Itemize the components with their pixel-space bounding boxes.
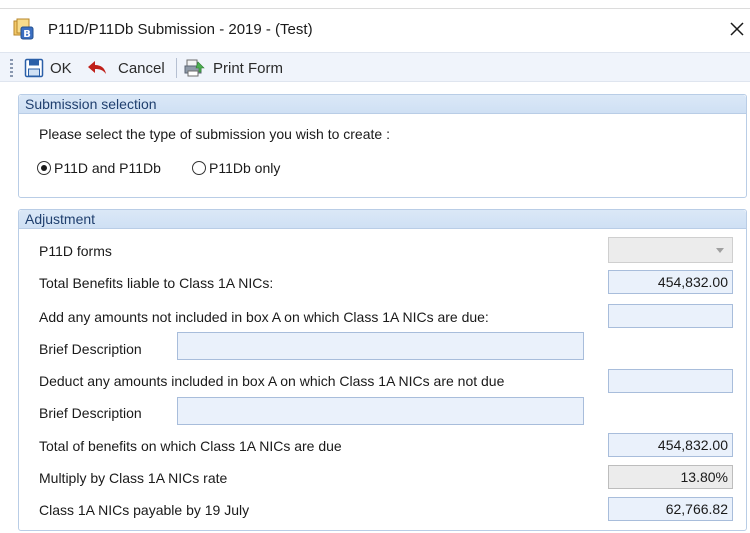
submission-prompt: Please select the type of submission you…: [39, 126, 390, 142]
brief-description-2-field[interactable]: [177, 397, 584, 425]
add-amounts-field[interactable]: [608, 304, 733, 328]
adjustment-header: Adjustment: [19, 210, 746, 229]
cancel-button[interactable]: Cancel: [86, 56, 165, 80]
radio-p11d-and-p11db[interactable]: P11D and P11Db: [37, 160, 161, 176]
radio-p11d-and-p11db-label: P11D and P11Db: [54, 160, 161, 176]
brief-description-1-field[interactable]: [177, 332, 584, 360]
total-benefits-field[interactable]: 454,832.00: [608, 270, 733, 294]
b-badge-app-icon: B: [13, 18, 34, 40]
total-due-field[interactable]: 454,832.00: [608, 433, 733, 457]
radio-unselected-indicator: [192, 161, 206, 175]
close-icon: [730, 22, 744, 36]
radio-selected-indicator: [37, 161, 51, 175]
svg-text:B: B: [23, 29, 31, 40]
ok-label: OK: [50, 59, 72, 77]
save-icon: [24, 58, 44, 78]
toolbar: OK Cancel Print Form: [0, 52, 750, 82]
deduct-amounts-field[interactable]: [608, 369, 733, 393]
total-benefits-label: Total Benefits liable to Class 1A NICs:: [39, 275, 274, 291]
chevron-down-icon: [716, 248, 724, 253]
payable-field[interactable]: 62,766.82: [608, 497, 733, 521]
radio-p11db-only[interactable]: P11Db only: [192, 160, 280, 176]
submission-selection-group: Submission selection Please select the t…: [18, 94, 747, 198]
deduct-amounts-label: Deduct any amounts included in box A on …: [39, 373, 505, 389]
toolbar-separator: [176, 58, 177, 78]
adjustment-group: Adjustment P11D forms Total Benefits lia…: [18, 209, 747, 531]
add-amounts-label: Add any amounts not included in box A on…: [39, 309, 489, 325]
radio-p11db-only-label: P11Db only: [209, 160, 281, 176]
payable-label: Class 1A NICs payable by 19 July: [39, 502, 250, 518]
brief-description-1-label: Brief Description: [39, 341, 142, 357]
ok-button[interactable]: OK: [24, 56, 72, 80]
undo-arrow-icon: [88, 61, 106, 74]
print-form-button[interactable]: Print Form: [184, 56, 283, 80]
close-button[interactable]: [725, 15, 749, 43]
brief-description-2-label: Brief Description: [39, 405, 142, 421]
rate-field[interactable]: 13.80%: [608, 465, 733, 489]
print-form-label: Print Form: [213, 59, 284, 77]
p11d-forms-dropdown[interactable]: [608, 237, 733, 263]
total-due-label: Total of benefits on which Class 1A NICs…: [39, 438, 342, 454]
rate-label: Multiply by Class 1A NICs rate: [39, 470, 228, 486]
p11d-forms-label: P11D forms: [39, 243, 112, 259]
submission-dialog: B P11D/P11Db Submission - 2019 - (Test) …: [0, 0, 750, 533]
print-form-icon: [184, 59, 205, 77]
window-title: P11D/P11Db Submission - 2019 - (Test): [48, 21, 313, 38]
cancel-label: Cancel: [118, 59, 165, 77]
submission-selection-header: Submission selection: [19, 95, 746, 114]
toolbar-grip[interactable]: [10, 59, 13, 77]
title-bar: B P11D/P11Db Submission - 2019 - (Test): [0, 9, 750, 51]
